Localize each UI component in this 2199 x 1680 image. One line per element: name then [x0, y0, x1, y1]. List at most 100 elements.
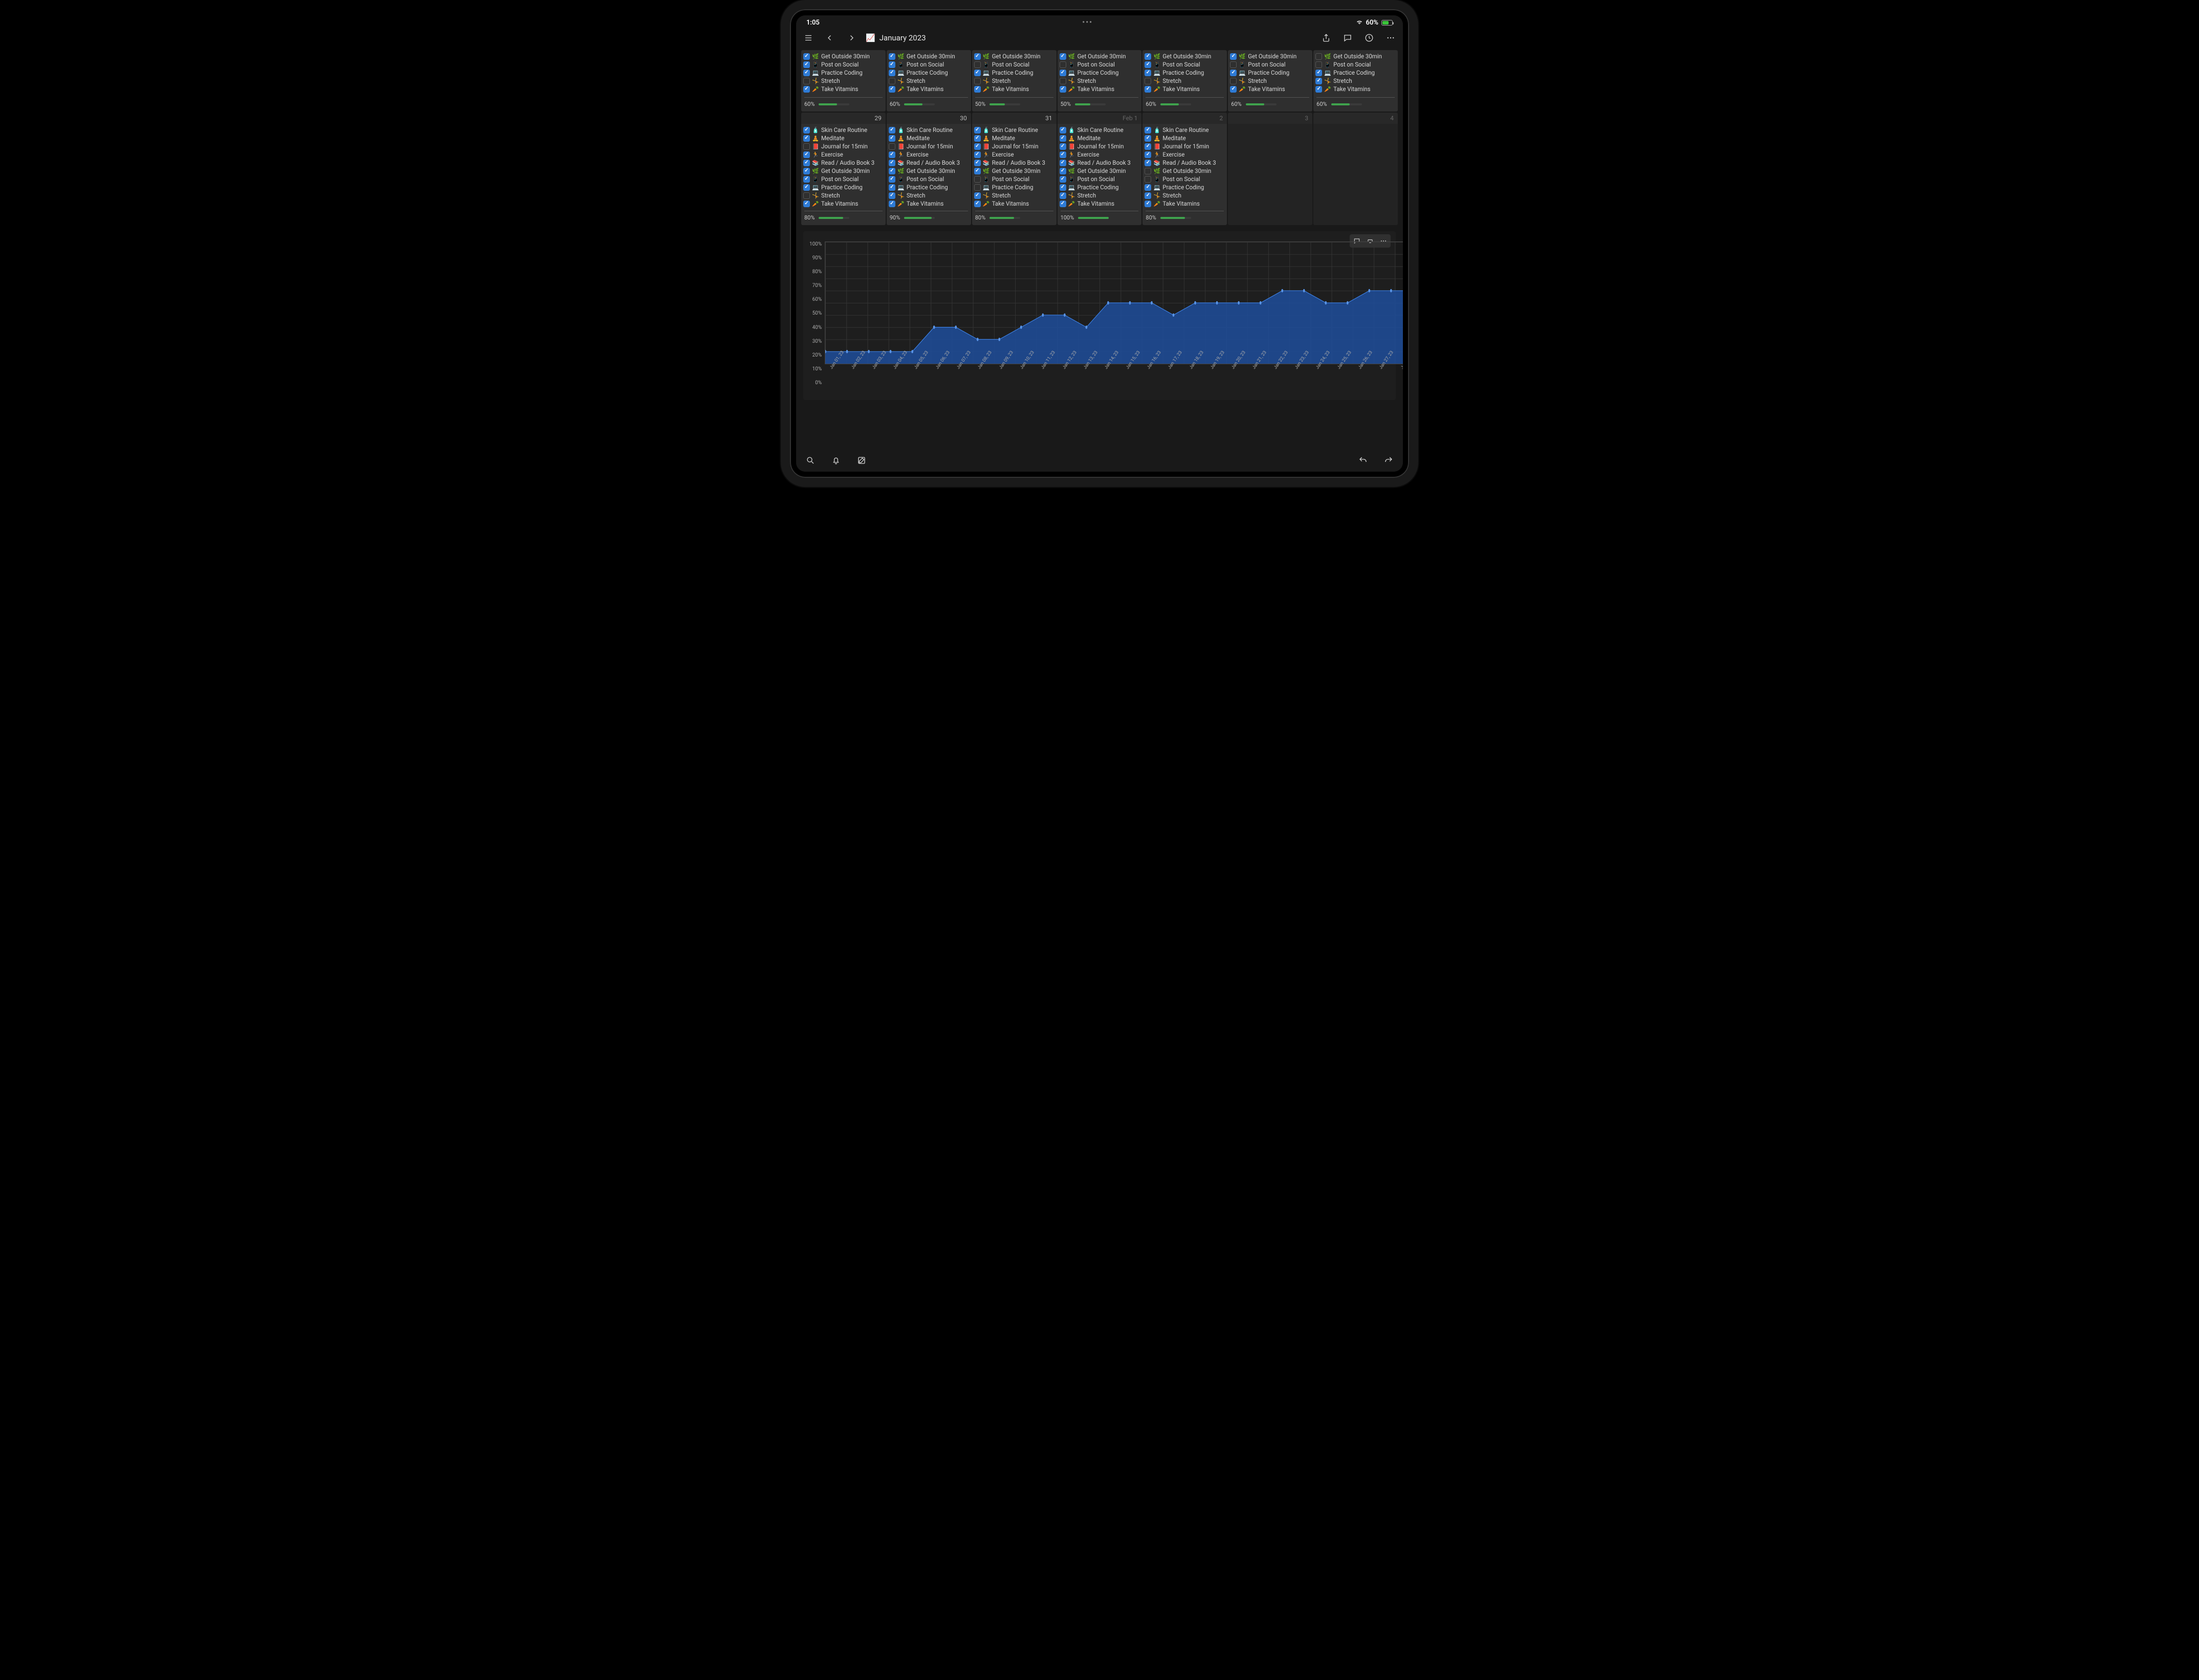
- task-checkbox[interactable]: [1145, 168, 1151, 174]
- task-checkbox[interactable]: [1230, 70, 1237, 76]
- task-checkbox[interactable]: [803, 135, 810, 142]
- task-checkbox[interactable]: [889, 61, 895, 68]
- task-checkbox[interactable]: [1145, 176, 1151, 183]
- task-checkbox[interactable]: [1060, 151, 1066, 158]
- task-checkbox[interactable]: [889, 78, 895, 84]
- multitask-dots-icon[interactable]: •••: [1082, 18, 1093, 27]
- task-checkbox[interactable]: [1145, 143, 1151, 150]
- task-checkbox[interactable]: [1315, 70, 1322, 76]
- task-checkbox[interactable]: [1315, 53, 1322, 60]
- task-checkbox[interactable]: [803, 78, 810, 84]
- task-checkbox[interactable]: [1145, 86, 1151, 93]
- nav-forward-icon[interactable]: [844, 31, 859, 45]
- task-checkbox[interactable]: [974, 78, 981, 84]
- task-checkbox[interactable]: [974, 143, 981, 150]
- task-checkbox[interactable]: [889, 151, 895, 158]
- task-checkbox[interactable]: [1060, 61, 1066, 68]
- task-checkbox[interactable]: [1145, 127, 1151, 134]
- task-checkbox[interactable]: [803, 151, 810, 158]
- more-icon[interactable]: [1383, 31, 1398, 45]
- task-checkbox[interactable]: [1060, 184, 1066, 191]
- calendar-day[interactable]: 🌿Get Outside 30min📱Post on Social💻Practi…: [887, 50, 971, 112]
- task-checkbox[interactable]: [889, 184, 895, 191]
- content-scroll[interactable]: 🌿Get Outside 30min📱Post on Social💻Practi…: [796, 48, 1403, 449]
- task-checkbox[interactable]: [1060, 168, 1066, 174]
- page-title[interactable]: 📈 January 2023: [866, 33, 926, 42]
- task-checkbox[interactable]: [974, 184, 981, 191]
- task-checkbox[interactable]: [889, 176, 895, 183]
- calendar-day[interactable]: 🌿Get Outside 30min📱Post on Social💻Practi…: [1142, 50, 1227, 112]
- task-checkbox[interactable]: [1145, 78, 1151, 84]
- search-icon[interactable]: [803, 453, 818, 468]
- task-checkbox[interactable]: [1315, 78, 1322, 84]
- task-checkbox[interactable]: [1060, 176, 1066, 183]
- task-checkbox[interactable]: [889, 135, 895, 142]
- redo-icon[interactable]: [1381, 453, 1396, 468]
- task-checkbox[interactable]: [803, 160, 810, 166]
- task-checkbox[interactable]: [803, 61, 810, 68]
- calendar-day[interactable]: 🌿Get Outside 30min📱Post on Social💻Practi…: [1228, 50, 1312, 112]
- task-checkbox[interactable]: [1060, 192, 1066, 199]
- task-checkbox[interactable]: [1145, 53, 1151, 60]
- task-checkbox[interactable]: [803, 192, 810, 199]
- task-checkbox[interactable]: [1145, 70, 1151, 76]
- history-icon[interactable]: [1362, 31, 1376, 45]
- task-checkbox[interactable]: [974, 168, 981, 174]
- task-checkbox[interactable]: [803, 53, 810, 60]
- task-checkbox[interactable]: [1145, 184, 1151, 191]
- task-checkbox[interactable]: [1145, 201, 1151, 207]
- task-checkbox[interactable]: [889, 192, 895, 199]
- task-checkbox[interactable]: [803, 86, 810, 93]
- task-checkbox[interactable]: [1060, 201, 1066, 207]
- task-checkbox[interactable]: [1230, 78, 1237, 84]
- calendar-day[interactable]: 2🧴Skin Care Routine🧘Meditate📕Journal for…: [1142, 113, 1227, 225]
- task-checkbox[interactable]: [889, 160, 895, 166]
- task-checkbox[interactable]: [1230, 53, 1237, 60]
- task-checkbox[interactable]: [803, 70, 810, 76]
- undo-icon[interactable]: [1356, 453, 1370, 468]
- task-checkbox[interactable]: [1060, 160, 1066, 166]
- task-checkbox[interactable]: [1060, 127, 1066, 134]
- task-checkbox[interactable]: [1230, 86, 1237, 93]
- task-checkbox[interactable]: [1145, 61, 1151, 68]
- task-checkbox[interactable]: [1060, 78, 1066, 84]
- task-checkbox[interactable]: [974, 192, 981, 199]
- calendar-day[interactable]: 🌿Get Outside 30min📱Post on Social💻Practi…: [1313, 50, 1398, 112]
- calendar-day[interactable]: 🌿Get Outside 30min📱Post on Social💻Practi…: [1058, 50, 1142, 112]
- task-checkbox[interactable]: [1315, 61, 1322, 68]
- task-checkbox[interactable]: [889, 143, 895, 150]
- task-checkbox[interactable]: [1060, 143, 1066, 150]
- notifications-icon[interactable]: [829, 453, 843, 468]
- task-checkbox[interactable]: [803, 143, 810, 150]
- task-checkbox[interactable]: [803, 201, 810, 207]
- calendar-day[interactable]: 30🧴Skin Care Routine🧘Meditate📕Journal fo…: [887, 113, 971, 225]
- task-checkbox[interactable]: [974, 61, 981, 68]
- task-checkbox[interactable]: [803, 127, 810, 134]
- share-icon[interactable]: [1319, 31, 1333, 45]
- task-checkbox[interactable]: [974, 70, 981, 76]
- task-checkbox[interactable]: [889, 168, 895, 174]
- task-checkbox[interactable]: [1145, 135, 1151, 142]
- task-checkbox[interactable]: [1315, 86, 1322, 93]
- calendar-day[interactable]: Feb 1🧴Skin Care Routine🧘Meditate📕Journal…: [1058, 113, 1142, 225]
- task-checkbox[interactable]: [974, 151, 981, 158]
- chart-plot[interactable]: [825, 241, 1403, 364]
- task-checkbox[interactable]: [803, 168, 810, 174]
- task-checkbox[interactable]: [889, 201, 895, 207]
- task-checkbox[interactable]: [889, 70, 895, 76]
- task-checkbox[interactable]: [1145, 160, 1151, 166]
- task-checkbox[interactable]: [803, 184, 810, 191]
- task-checkbox[interactable]: [974, 135, 981, 142]
- compose-icon[interactable]: [854, 453, 869, 468]
- task-checkbox[interactable]: [1060, 135, 1066, 142]
- task-checkbox[interactable]: [889, 86, 895, 93]
- task-checkbox[interactable]: [889, 127, 895, 134]
- calendar-day[interactable]: 🌿Get Outside 30min📱Post on Social💻Practi…: [801, 50, 886, 112]
- nav-back-icon[interactable]: [823, 31, 837, 45]
- task-checkbox[interactable]: [974, 53, 981, 60]
- task-checkbox[interactable]: [1060, 53, 1066, 60]
- task-checkbox[interactable]: [1145, 151, 1151, 158]
- task-checkbox[interactable]: [974, 176, 981, 183]
- task-checkbox[interactable]: [889, 53, 895, 60]
- task-checkbox[interactable]: [1230, 61, 1237, 68]
